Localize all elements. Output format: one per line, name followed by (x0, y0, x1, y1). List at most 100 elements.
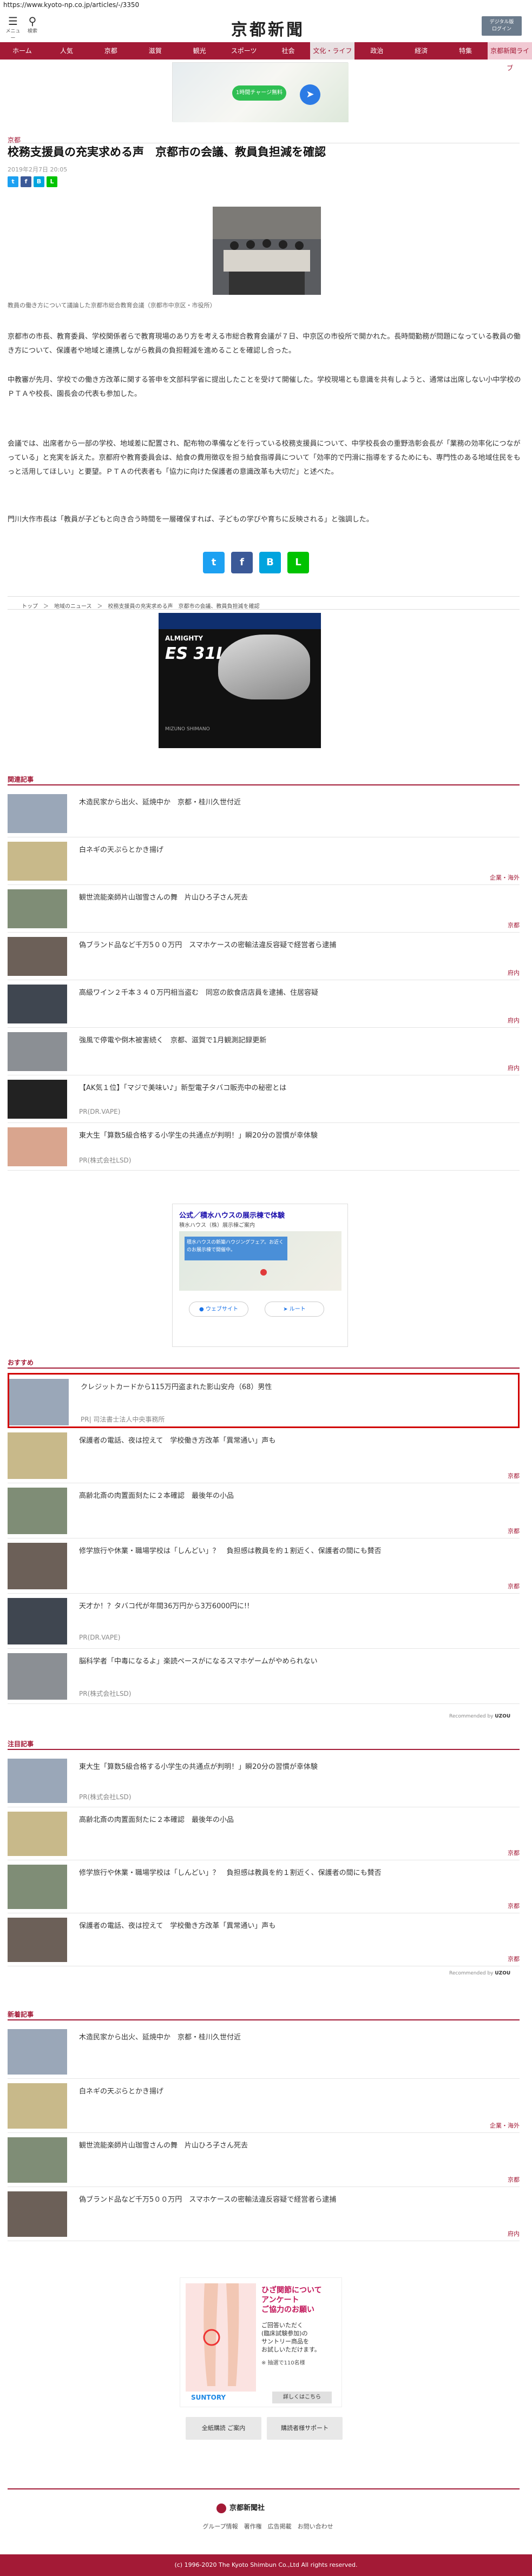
nav-item[interactable]: 経済 (399, 42, 443, 60)
list-item-title[interactable]: 木造民家から出火、延焼中か 京都・桂川久世付近 (79, 796, 241, 807)
hatena-share-icon[interactable]: B (259, 552, 281, 573)
list-item-title[interactable]: 高級ワイン２千本３４０万円相当盗む 同窓の飲食店店員を逮捕、住居容疑 (79, 987, 318, 997)
list-item[interactable]: 高齢北斎の肉置面刻たに２本確認 最後年の小品京都 (8, 1483, 520, 1538)
housing-ad[interactable]: 公式／積水ハウスの展示棟で体験 積水ハウス（株）展示棟ご案内 積水ハウスの新築ハ… (172, 1204, 348, 1347)
nav-item[interactable]: 文化・ライフ (310, 42, 355, 60)
list-item[interactable]: 【AK気１位】「マジで美味い♪」新型電子タバコ販売中の秘密とは PR(DR.VAP… (8, 1075, 520, 1123)
survey-link-button[interactable]: 詳しくはこちら (272, 2392, 332, 2403)
category-tag[interactable]: 企業・海外 (490, 873, 520, 882)
line-share-icon[interactable]: L (287, 552, 309, 573)
category-tag[interactable]: 府内 (508, 2229, 520, 2238)
menu-button[interactable]: ☰ メニュー (5, 15, 21, 41)
subscribe-info-button[interactable]: 全紙購読 ご案内 (186, 2417, 261, 2440)
facebook-share-icon[interactable]: f (21, 176, 31, 187)
category-tag[interactable]: 京都 (508, 1848, 520, 1857)
list-item-title[interactable]: クレジットカードから115万円盗まれた影山安舟（68）男性 (81, 1381, 272, 1391)
article-thumbnail[interactable] (8, 2029, 67, 2075)
nav-item[interactable]: 人気 (44, 42, 89, 60)
nav-item[interactable]: 京都新聞ライブ (488, 42, 532, 72)
nav-item[interactable]: スポーツ (222, 42, 266, 60)
list-item[interactable]: 偽ブランド品など千万5００万円 スマホケースの密輸法違反容疑で経営者ら逮捕 府内 (8, 933, 520, 980)
article-thumbnail[interactable] (9, 1379, 69, 1425)
article-thumbnail[interactable] (8, 1918, 67, 1962)
category-tag[interactable]: 京都 (508, 1582, 520, 1590)
list-item[interactable]: 東大生「算数5級合格する小学生の共通点が判明！」瞬20分の習慣が幸体験 PR(株式… (8, 1754, 520, 1807)
article-thumbnail[interactable] (8, 2083, 67, 2129)
survey-ad[interactable]: ひざ関節について アンケート ご協力のお願い ご回答いただく (臨床試験参加)の… (180, 2277, 342, 2407)
nav-item[interactable]: 滋賀 (133, 42, 178, 60)
list-item-title[interactable]: 観世流能楽師片山珈雪さんの舞 片山ひろ子さん死去 (79, 2139, 248, 2150)
nav-item[interactable]: 政治 (354, 42, 399, 60)
list-item-title[interactable]: 【AK気１位】「マジで美味い♪」新型電子タバコ販売中の秘密とは (79, 1082, 286, 1092)
category-tag[interactable]: 京都 (508, 1471, 520, 1480)
article-thumbnail[interactable] (8, 1759, 67, 1803)
ad-cta-pill[interactable]: 1時間チャージ無料 (232, 85, 286, 101)
category-tag[interactable]: 京都 (508, 1527, 520, 1535)
list-item[interactable]: 観世流能楽師片山珈雪さんの舞 片山ひろ子さん死去京都 (8, 2133, 520, 2187)
list-item[interactable]: 修学旅行や休業・職場学校は「しんどい」？ 負担感は教員を約１割近く、保護者の間に… (8, 1538, 520, 1594)
list-item[interactable]: クレジットカードから115万円盗まれた影山安舟（68）男性 PR| 司法書士法人中… (8, 1373, 520, 1428)
top-ad-banner[interactable]: 1時間チャージ無料 ➤ (172, 62, 349, 122)
list-item[interactable]: 東大生「算数5級合格する小学生の共通点が判明！」瞬20分の習慣が幸体験 PR(株式… (8, 1123, 520, 1171)
list-item[interactable]: 脳科学者「中毒になるよ」楽読ペースがになるスマホゲームがやめられない PR(株式会… (8, 1649, 520, 1704)
list-item[interactable]: 白ネギの天ぷらとかき揚げ 企業・海外 (8, 2079, 520, 2133)
list-item-title[interactable]: 偽ブランド品など千万5００万円 スマホケースの密輸法違反容疑で経営者ら逮捕 (79, 2194, 336, 2204)
article-thumbnail[interactable] (8, 1598, 67, 1644)
article-photo[interactable] (213, 207, 321, 295)
category-tag[interactable]: 企業・海外 (490, 2121, 520, 2130)
list-item-title[interactable]: 強風で停電や倒木被害続く 京都、滋賀で1月観測記録更新 (79, 1034, 266, 1045)
list-item[interactable]: 天才か！？タバコ代が年間36万円から3万6000円に!! PR(DR.VAPE) (8, 1594, 520, 1649)
category-tag[interactable]: 府内 (508, 1016, 520, 1025)
list-item[interactable]: 修学旅行や休業・職場学校は「しんどい」？ 負担感は教員を約１割近く、保護者の間に… (8, 1860, 520, 1913)
list-item[interactable]: 保護者の電話、夜は控えて 学校働き方改革「異常通い」声も京都 (8, 1428, 520, 1483)
list-item-title[interactable]: 高齢北斎の肉置面刻たに２本確認 最後年の小品 (79, 1490, 234, 1500)
twitter-share-icon[interactable]: t (8, 176, 18, 187)
category-tag[interactable]: 京都 (508, 2175, 520, 2184)
list-item[interactable]: 強風で停電や倒木被害続く 京都、滋賀で1月観測記録更新 府内 (8, 1028, 520, 1075)
list-item[interactable]: 偽ブランド品など千万5００万円 スマホケースの密輸法違反容疑で経営者ら逮捕府内 (8, 2187, 520, 2241)
route-button[interactable]: ➤ ルート (265, 1302, 324, 1317)
list-item[interactable]: 高級ワイン２千本３４０万円相当盗む 同窓の飲食店店員を逮捕、住居容疑府内 (8, 980, 520, 1028)
article-thumbnail[interactable] (8, 1865, 67, 1909)
list-item-title[interactable]: 修学旅行や休業・職場学校は「しんどい」？ 負担感は教員を約１割近く、保護者の間に… (79, 1867, 382, 1877)
article-thumbnail[interactable] (8, 1812, 67, 1856)
list-item-title[interactable]: 木造民家から出火、延焼中か 京都・桂川久世付近 (79, 2031, 241, 2042)
article-thumbnail[interactable] (8, 1432, 67, 1479)
category-tag[interactable]: 京都 (508, 921, 520, 929)
digital-login-button[interactable]: デジタル版 ログイン (482, 16, 522, 36)
line-share-icon[interactable]: L (47, 176, 57, 187)
browser-url[interactable]: https://www.kyoto-np.co.jp/articles/-/33… (0, 0, 532, 11)
list-item-title[interactable]: 高齢北斎の肉置面刻たに２本確認 最後年の小品 (79, 1814, 234, 1824)
category-tag[interactable]: 京都 (508, 1954, 520, 1963)
ad-title[interactable]: 公式／積水ハウスの展示棟で体験 (179, 1210, 285, 1220)
nav-item[interactable]: 観光 (178, 42, 222, 60)
article-thumbnail[interactable] (8, 889, 67, 928)
list-item-title[interactable]: 保護者の電話、夜は控えて 学校働き方改革「異常通い」声も (79, 1435, 275, 1445)
list-item[interactable]: 保護者の電話、夜は控えて 学校働き方改革「異常通い」声も京都 (8, 1913, 520, 1966)
list-item-title[interactable]: 白ネギの天ぷらとかき揚げ (79, 844, 163, 854)
article-thumbnail[interactable] (8, 842, 67, 881)
hatena-share-icon[interactable]: B (34, 176, 44, 187)
subscriber-support-button[interactable]: 購読者様サポート (267, 2417, 343, 2440)
shoe-ad-banner[interactable]: ALMIGHTY ES 31L MIZUNO SHIMANO (159, 613, 321, 748)
search-button[interactable]: ⚲ 検索 (25, 15, 40, 37)
article-thumbnail[interactable] (8, 1032, 67, 1071)
website-button[interactable]: ● ウェブサイト (189, 1302, 248, 1317)
article-thumbnail[interactable] (8, 794, 67, 833)
list-item-title[interactable]: 東大生「算数5級合格する小学生の共通点が判明！」瞬20分の習慣が幸体験 (79, 1130, 318, 1140)
list-item-title[interactable]: 偽ブランド品など千万5００万円 スマホケースの密輸法違反容疑で経営者ら逮捕 (79, 939, 336, 949)
breadcrumb[interactable]: トップ ＞ 地域のニュース ＞ 校務支援員の充実求める声 京都市の会議、教員負担… (22, 602, 260, 610)
nav-item[interactable]: 京都 (89, 42, 133, 60)
category-tag[interactable]: 京都 (508, 1901, 520, 1910)
article-thumbnail[interactable] (8, 937, 67, 976)
site-logo[interactable]: 京都新聞 (214, 16, 322, 40)
nav-item[interactable]: 特集 (443, 42, 488, 60)
list-item[interactable]: 木造民家から出火、延焼中か 京都・桂川久世付近 (8, 2025, 520, 2079)
twitter-share-icon[interactable]: t (203, 552, 225, 573)
route-arrow-icon[interactable]: ➤ (300, 84, 320, 105)
article-thumbnail[interactable] (8, 1543, 67, 1589)
nav-item[interactable]: ホーム (0, 42, 44, 60)
nav-item[interactable]: 社会 (266, 42, 311, 60)
footer-logo[interactable]: 京都新聞社 (216, 2502, 265, 2513)
list-item-title[interactable]: 保護者の電話、夜は控えて 学校働き方改革「異常通い」声も (79, 1920, 275, 1930)
